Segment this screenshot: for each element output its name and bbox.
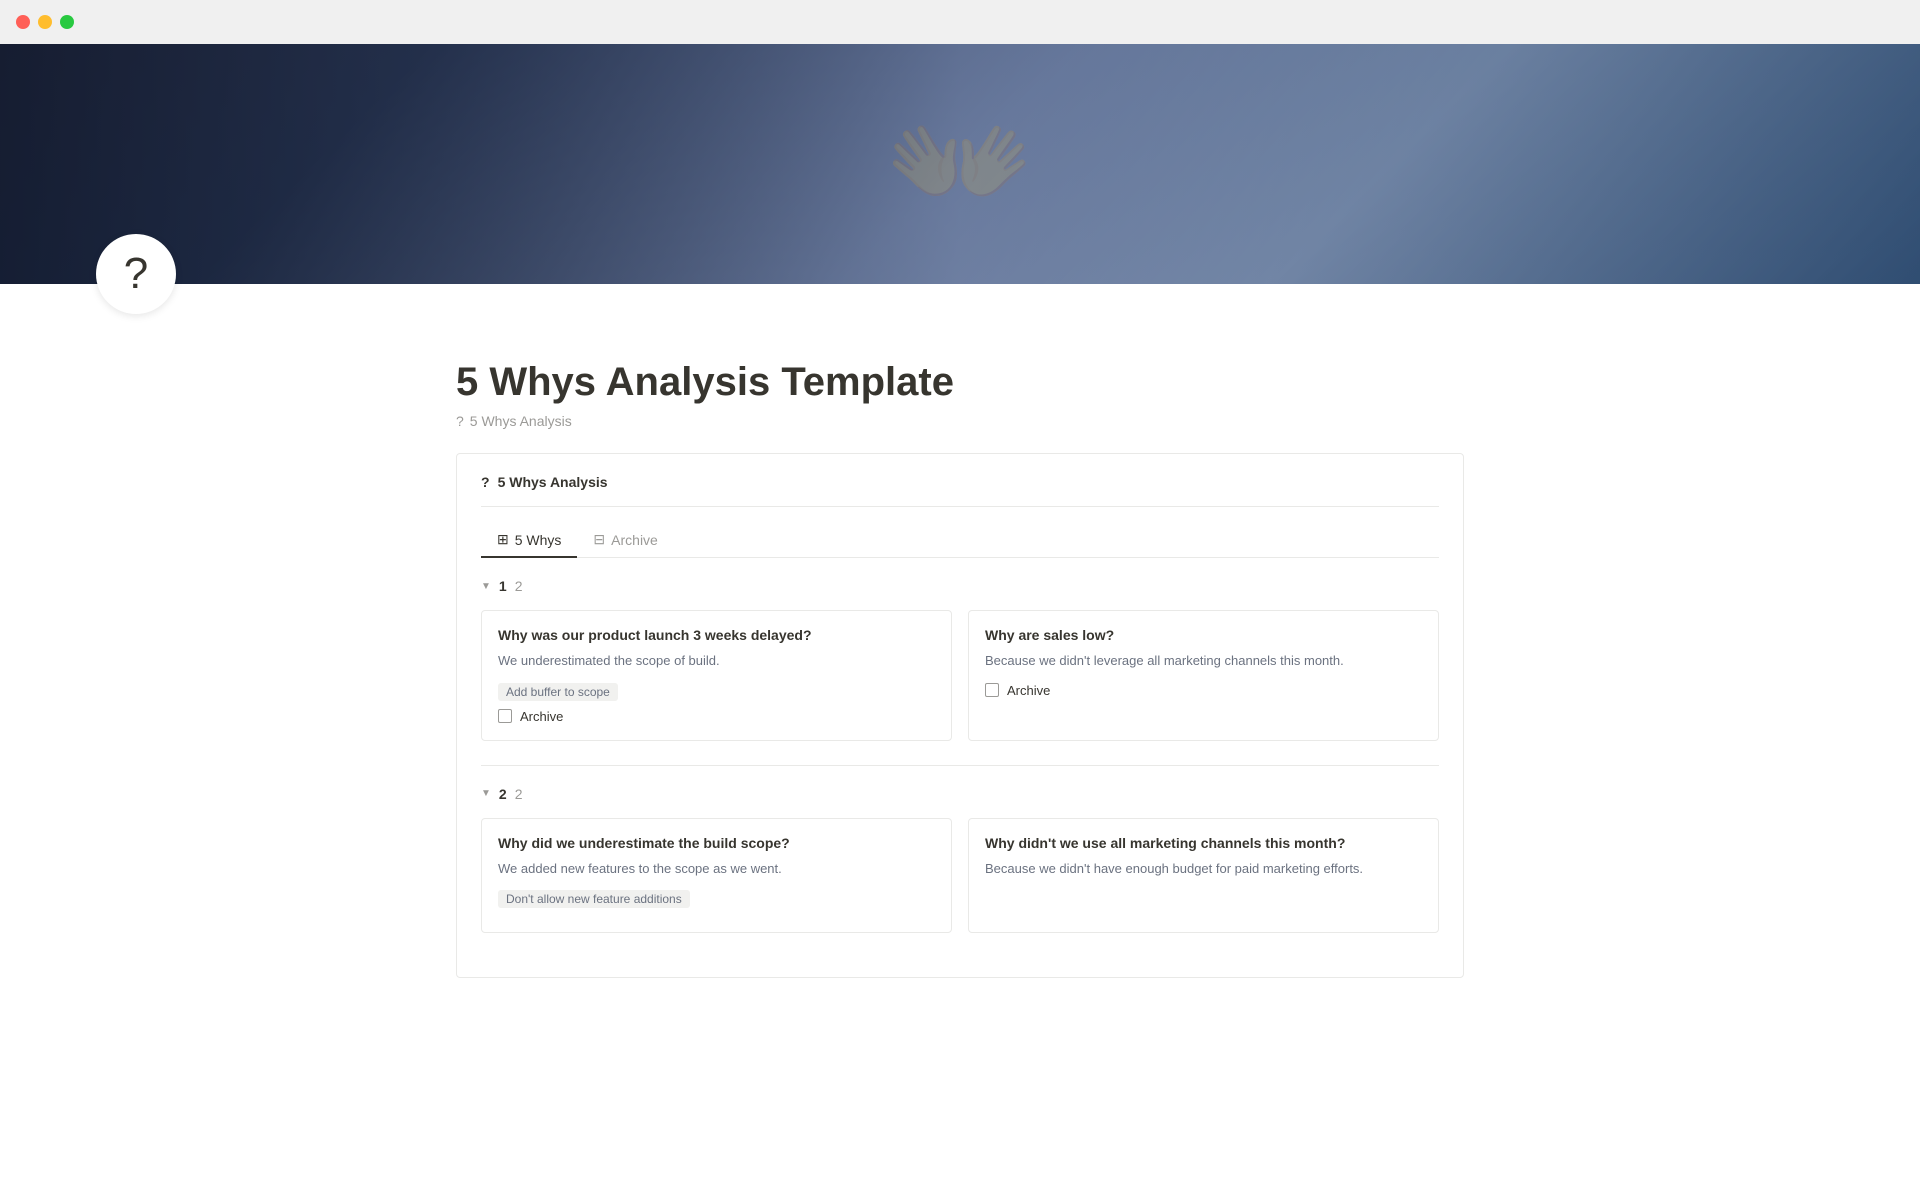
card-4-title: Why didn't we use all marketing channels… <box>985 835 1422 851</box>
maximize-button[interactable] <box>60 15 74 29</box>
card-2-title: Why are sales low? <box>985 627 1422 643</box>
group-1-count: 2 <box>515 578 523 594</box>
group-2-count: 2 <box>515 786 523 802</box>
page-title: 5 Whys Analysis Template <box>456 360 1464 405</box>
card-1-archive-checkbox[interactable] <box>498 709 512 723</box>
tab-archive[interactable]: ⊟ Archive <box>577 523 673 558</box>
group-1-arrow[interactable]: ▼ <box>481 581 491 592</box>
breadcrumb-text: 5 Whys Analysis <box>470 413 572 429</box>
database-block: ? 5 Whys Analysis ⊞ 5 Whys ⊟ Archive ▼ 1… <box>456 453 1464 978</box>
card-3-tag: Don't allow new feature additions <box>498 890 690 908</box>
card-1-body: We underestimated the scope of build. <box>498 651 935 671</box>
card-2-body: Because we didn't leverage all marketing… <box>985 651 1422 671</box>
tab-5whys-label: 5 Whys <box>515 532 562 548</box>
divider-1 <box>481 765 1439 766</box>
group-2-cards: Why did we underestimate the build scope… <box>481 818 1439 934</box>
card-1-tag: Add buffer to scope <box>498 683 618 701</box>
breadcrumb-icon: ? <box>456 413 464 429</box>
card-4-body: Because we didn't have enough budget for… <box>985 859 1422 879</box>
tab-5whys-icon: ⊞ <box>497 531 509 548</box>
close-button[interactable] <box>16 15 30 29</box>
card-1-archive-row: Archive <box>498 709 935 724</box>
card-1[interactable]: Why was our product launch 3 weeks delay… <box>481 610 952 741</box>
database-header-title: 5 Whys Analysis <box>498 474 608 490</box>
tab-archive-icon: ⊟ <box>593 531 605 548</box>
card-1-archive-label: Archive <box>520 709 563 724</box>
database-header-icon: ? <box>481 474 490 490</box>
card-2[interactable]: Why are sales low? Because we didn't lev… <box>968 610 1439 741</box>
page-icon: ? <box>96 234 176 314</box>
card-3[interactable]: Why did we underestimate the build scope… <box>481 818 952 934</box>
breadcrumb: ? 5 Whys Analysis <box>456 413 1464 429</box>
group-header-1: ▼ 1 2 <box>481 578 1439 594</box>
tab-5whys[interactable]: ⊞ 5 Whys <box>481 523 577 558</box>
hero-image: 👐 <box>0 44 1920 284</box>
card-3-body: We added new features to the scope as we… <box>498 859 935 879</box>
card-2-archive-checkbox[interactable] <box>985 683 999 697</box>
page-icon-area: ? <box>0 284 1920 344</box>
titlebar <box>0 0 1920 44</box>
card-4[interactable]: Why didn't we use all marketing channels… <box>968 818 1439 934</box>
database-tabs: ⊞ 5 Whys ⊟ Archive <box>481 523 1439 558</box>
card-2-archive-label: Archive <box>1007 683 1050 698</box>
card-2-archive-row: Archive <box>985 683 1422 698</box>
database-header: ? 5 Whys Analysis <box>481 474 1439 507</box>
group-1-number: 1 <box>499 578 507 594</box>
group-1-cards: Why was our product launch 3 weeks delay… <box>481 610 1439 741</box>
tab-archive-label: Archive <box>611 532 658 548</box>
group-header-2: ▼ 2 2 <box>481 786 1439 802</box>
group-2-arrow[interactable]: ▼ <box>481 788 491 799</box>
minimize-button[interactable] <box>38 15 52 29</box>
page-content: 5 Whys Analysis Template ? 5 Whys Analys… <box>360 360 1560 1018</box>
card-1-title: Why was our product launch 3 weeks delay… <box>498 627 935 643</box>
group-2-number: 2 <box>499 786 507 802</box>
card-3-title: Why did we underestimate the build scope… <box>498 835 935 851</box>
